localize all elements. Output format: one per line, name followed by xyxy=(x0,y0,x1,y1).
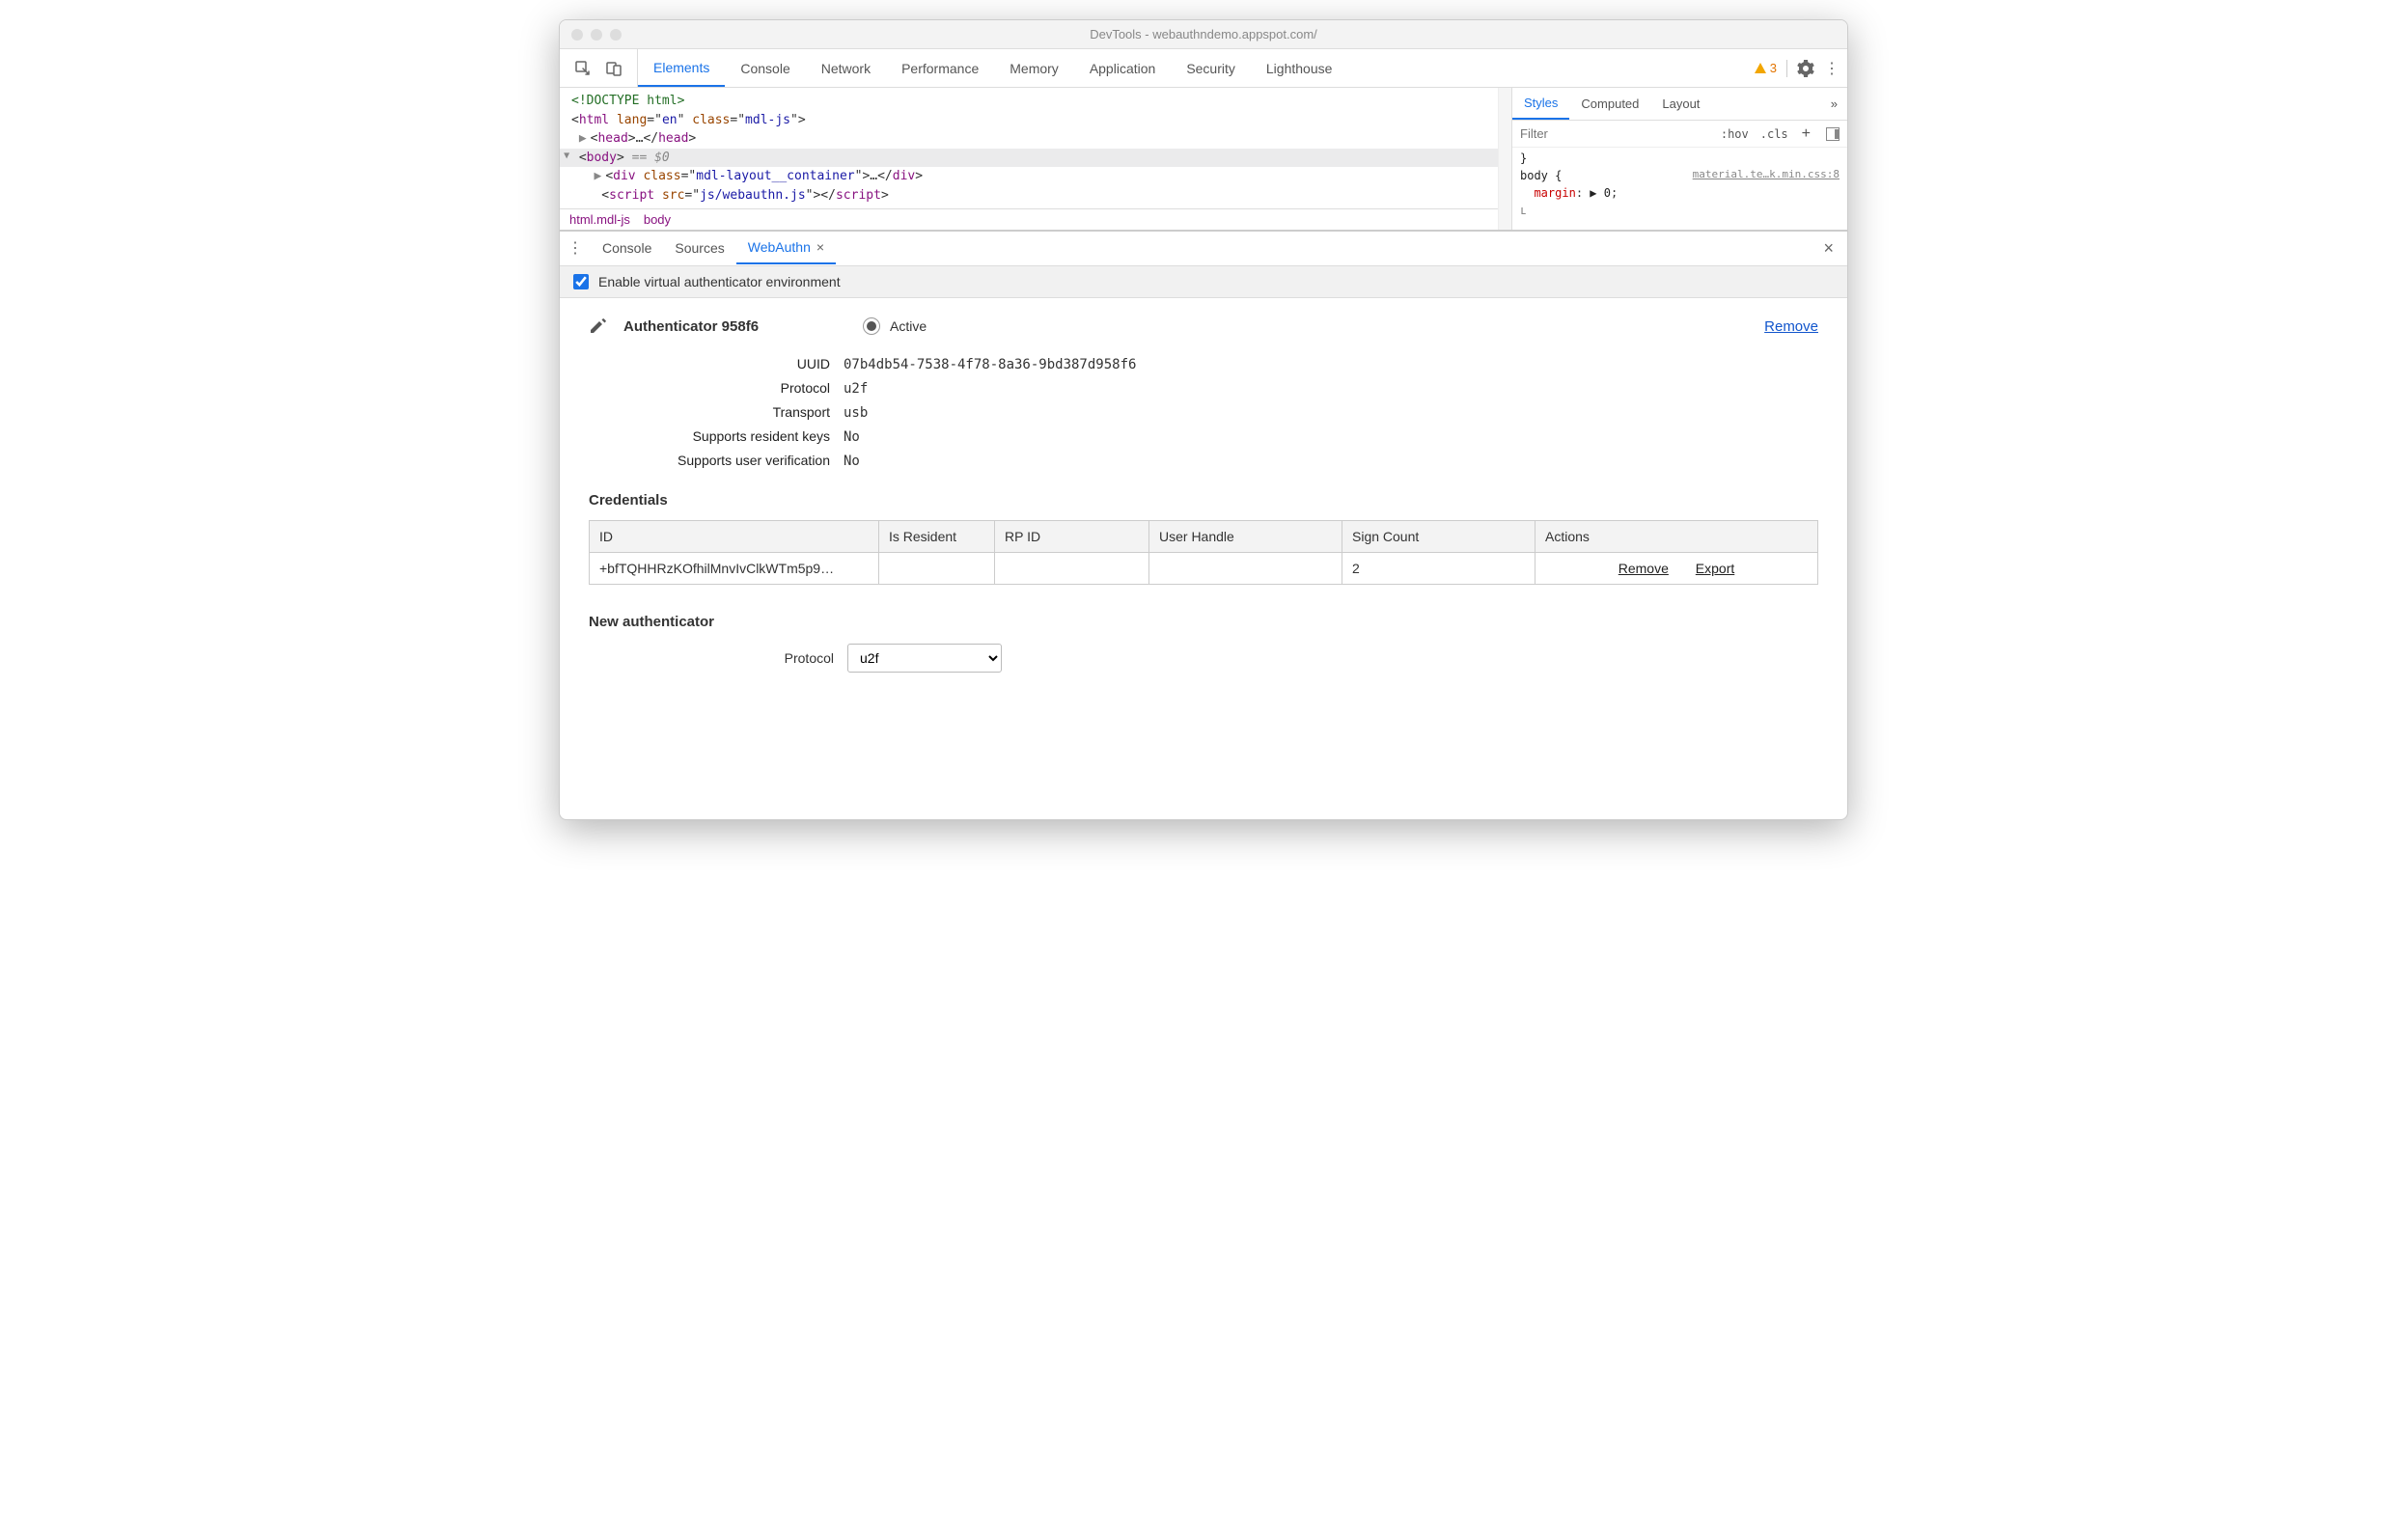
close-traffic[interactable] xyxy=(571,29,583,41)
hov-toggle[interactable]: :hov xyxy=(1715,124,1755,145)
drawer-tabs: ⋮ Console Sources WebAuthn× × xyxy=(560,231,1847,265)
main-toolbar: Elements Console Network Performance Mem… xyxy=(560,49,1847,88)
breadcrumb: html.mdl-js body xyxy=(560,208,1498,230)
drawer-close-icon[interactable]: × xyxy=(1823,238,1840,259)
dom-selected-body[interactable]: <body> == $0 xyxy=(560,149,1498,168)
drawer-tab-sources[interactable]: Sources xyxy=(663,232,735,264)
crumb-body[interactable]: body xyxy=(644,212,671,227)
tab-lighthouse[interactable]: Lighthouse xyxy=(1251,49,1348,87)
th-id[interactable]: ID xyxy=(590,521,879,553)
th-userhandle[interactable]: User Handle xyxy=(1149,521,1342,553)
drawer-tab-console[interactable]: Console xyxy=(591,232,663,264)
separator xyxy=(1786,60,1787,77)
active-label: Active xyxy=(890,318,927,334)
new-protocol-select[interactable]: u2f xyxy=(847,644,1002,673)
scrollbar-track[interactable] xyxy=(1498,88,1511,230)
tab-console[interactable]: Console xyxy=(725,49,805,87)
cred-id: +bfTQHHRzKOfhilMnvIvClkWTm5p9… xyxy=(590,553,879,585)
new-authenticator-title: New authenticator xyxy=(589,614,1818,630)
styles-tab-layout[interactable]: Layout xyxy=(1650,88,1711,120)
inspect-icon[interactable] xyxy=(573,59,593,78)
tab-performance[interactable]: Performance xyxy=(886,49,994,87)
authenticator-title: Authenticator 958f6 xyxy=(623,318,759,335)
styles-panel: Styles Computed Layout » :hov .cls + } m… xyxy=(1511,88,1847,230)
toggle-sidebar-icon[interactable] xyxy=(1826,127,1840,141)
styles-tabs-more-icon[interactable]: » xyxy=(1821,96,1847,111)
enable-virtual-auth-checkbox[interactable] xyxy=(573,274,589,289)
cred-userhandle xyxy=(1149,553,1342,585)
dom-tree[interactable]: <!DOCTYPE html> <html lang="en" class="m… xyxy=(560,88,1498,208)
warning-count: 3 xyxy=(1770,61,1777,75)
th-actions[interactable]: Actions xyxy=(1536,521,1818,553)
dom-doctype: <!DOCTYPE html> xyxy=(571,94,684,108)
authenticator-details: UUID07b4db54-7538-4f78-8a36-9bd387d958f6… xyxy=(618,352,1818,473)
styles-filter-input[interactable] xyxy=(1512,121,1715,147)
new-style-rule-icon[interactable]: + xyxy=(1794,125,1818,143)
styles-tab-styles[interactable]: Styles xyxy=(1512,88,1569,120)
edit-icon[interactable] xyxy=(589,317,606,335)
cred-remove-link[interactable]: Remove xyxy=(1618,561,1669,576)
th-signcount[interactable]: Sign Count xyxy=(1342,521,1536,553)
device-toggle-icon[interactable] xyxy=(604,59,623,78)
titlebar: DevTools - webauthndemo.appspot.com/ xyxy=(560,20,1847,49)
close-tab-icon[interactable]: × xyxy=(816,239,824,255)
transport-value: usb xyxy=(844,405,868,421)
webauthn-content: Authenticator 958f6 Active Remove UUID07… xyxy=(560,298,1847,682)
styles-tab-computed[interactable]: Computed xyxy=(1569,88,1650,120)
remove-authenticator-link[interactable]: Remove xyxy=(1764,318,1818,335)
th-resident[interactable]: Is Resident xyxy=(879,521,995,553)
tab-network[interactable]: Network xyxy=(806,49,886,87)
enable-label: Enable virtual authenticator environment xyxy=(598,274,841,289)
minimize-traffic[interactable] xyxy=(591,29,602,41)
th-rpid[interactable]: RP ID xyxy=(995,521,1149,553)
user-verification-value: No xyxy=(844,454,860,469)
elements-panel: <!DOCTYPE html> <html lang="en" class="m… xyxy=(560,88,1498,230)
settings-icon[interactable] xyxy=(1797,60,1814,77)
cred-resident xyxy=(879,553,995,585)
drawer-tab-webauthn[interactable]: WebAuthn× xyxy=(736,232,836,264)
credentials-title: Credentials xyxy=(589,492,1818,509)
window-title: DevTools - webauthndemo.appspot.com/ xyxy=(1090,27,1317,41)
crumb-html[interactable]: html.mdl-js xyxy=(569,212,630,227)
window-controls[interactable] xyxy=(560,29,622,41)
resident-keys-value: No xyxy=(844,429,860,445)
uuid-value: 07b4db54-7538-4f78-8a36-9bd387d958f6 xyxy=(844,357,1136,372)
rule-source[interactable]: material.te…k.min.css:8 xyxy=(1693,167,1840,183)
tab-application[interactable]: Application xyxy=(1074,49,1172,87)
tab-elements[interactable]: Elements xyxy=(638,49,725,87)
cred-signcount: 2 xyxy=(1342,553,1536,585)
active-radio[interactable] xyxy=(863,317,880,335)
cred-export-link[interactable]: Export xyxy=(1696,561,1734,576)
zoom-traffic[interactable] xyxy=(610,29,622,41)
warnings-badge[interactable]: 3 xyxy=(1754,61,1777,75)
protocol-value: u2f xyxy=(844,381,868,397)
styles-body[interactable]: } material.te…k.min.css:8body { margin: … xyxy=(1512,148,1847,221)
enable-bar: Enable virtual authenticator environment xyxy=(560,265,1847,298)
main-tabs: Elements Console Network Performance Mem… xyxy=(637,49,1347,87)
credentials-table: ID Is Resident RP ID User Handle Sign Co… xyxy=(589,520,1818,585)
drawer-more-icon[interactable]: ⋮ xyxy=(567,238,583,258)
tab-memory[interactable]: Memory xyxy=(994,49,1074,87)
cls-toggle[interactable]: .cls xyxy=(1755,124,1794,145)
new-protocol-label: Protocol xyxy=(589,650,834,666)
more-icon[interactable]: ⋮ xyxy=(1824,59,1840,78)
cred-rpid xyxy=(995,553,1149,585)
tab-security[interactable]: Security xyxy=(1171,49,1251,87)
table-row: +bfTQHHRzKOfhilMnvIvClkWTm5p9… 2 Remove … xyxy=(590,553,1818,585)
